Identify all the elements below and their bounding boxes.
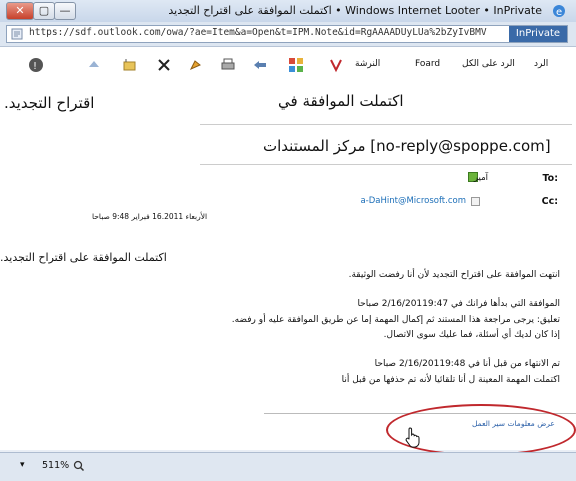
zoom-icon[interactable] — [73, 460, 85, 472]
close-button[interactable]: ✕ — [6, 2, 34, 20]
svg-text:e: e — [556, 7, 562, 18]
body-line: تم الانتهاء من قبل أنا في 2/16/20119:48 … — [374, 359, 560, 369]
message-toolbar: ! النرشة Foard الرد على الكل الرد — [0, 47, 576, 84]
arrow-up-icon[interactable] — [86, 57, 102, 73]
body-line: إذا كان لديك أي أسئلة، فما عليك سوى الات… — [383, 330, 560, 340]
body-line: الموافقة التي بدأها فرانك في 2/16/20119:… — [357, 299, 560, 309]
address-bar: https://sdf.outlook.com/owa/?ae=Item&a=O… — [0, 22, 576, 47]
sent-timestamp: الأربعاء 16.2011 فبراير 9:48 صباحا — [92, 212, 208, 221]
to-recipient[interactable]: آمير — [474, 173, 488, 183]
maximize-button[interactable]: ▢ — [33, 2, 55, 20]
body-line: انتهت الموافقة على اقتراح التجديد لأن أن… — [348, 270, 560, 280]
window-title: اكتملت الموافقة على اقتراح التجديد • Win… — [168, 4, 542, 17]
print-label[interactable]: النرشة — [355, 59, 380, 69]
divider — [200, 124, 572, 125]
cc-recipient[interactable]: a-DaHint@Microsoft.com — [360, 196, 466, 206]
reply-arrow-icon[interactable] — [252, 57, 268, 73]
title-bar: ✕ ▢ — اكتملت الموافقة على اقتراح التجديد… — [0, 0, 576, 23]
sender-name: مركز المستندات [no-reply@spoppe.com] — [263, 137, 551, 155]
body-line: تعليق: يرجى مراجعة هذا المستند ثم إكمال … — [231, 315, 560, 325]
reply-button[interactable]: الرد — [534, 59, 548, 69]
divider — [200, 164, 572, 165]
body-line: اكتملت المهمة المعينة ل أنا تلقائيا لأنه… — [341, 375, 560, 385]
svg-text:!: ! — [33, 61, 37, 72]
inprivate-badge: InPrivate — [509, 26, 567, 42]
cc-label: Cc: — [541, 196, 558, 207]
mark-icon[interactable] — [328, 57, 344, 73]
page-icon — [11, 28, 23, 40]
message-headline: .اكتملت الموافقة على اقتراح التجديد — [0, 251, 167, 264]
zoom-dropdown[interactable]: ▾ — [20, 460, 25, 470]
url-text: https://sdf.outlook.com/owa/?ae=Item&a=O… — [29, 27, 487, 38]
forward-button[interactable]: Foard — [415, 59, 440, 69]
delete-icon[interactable] — [156, 57, 172, 73]
status-bar: ▾ 511% — [0, 452, 576, 481]
subject-fragment: .اقتراح التجديد — [4, 94, 95, 112]
to-label: To: — [542, 173, 558, 184]
categories-icon[interactable] — [288, 57, 304, 73]
ie-icon: e — [553, 5, 565, 18]
checkbox-icon — [471, 197, 480, 206]
print-icon[interactable] — [220, 57, 236, 73]
hand-cursor-icon — [405, 427, 420, 448]
reply-all-button[interactable]: الرد على الكل — [462, 59, 515, 69]
minimize-button[interactable]: — — [54, 2, 76, 20]
move-folder-icon[interactable] — [122, 57, 138, 73]
zoom-level[interactable]: 511% — [42, 460, 69, 471]
flag-icon[interactable] — [188, 57, 204, 73]
help-icon[interactable]: ! — [28, 57, 44, 73]
url-field[interactable]: https://sdf.outlook.com/owa/?ae=Item&a=O… — [6, 25, 568, 43]
subject-title: اكتملت الموافقة في — [278, 92, 404, 110]
